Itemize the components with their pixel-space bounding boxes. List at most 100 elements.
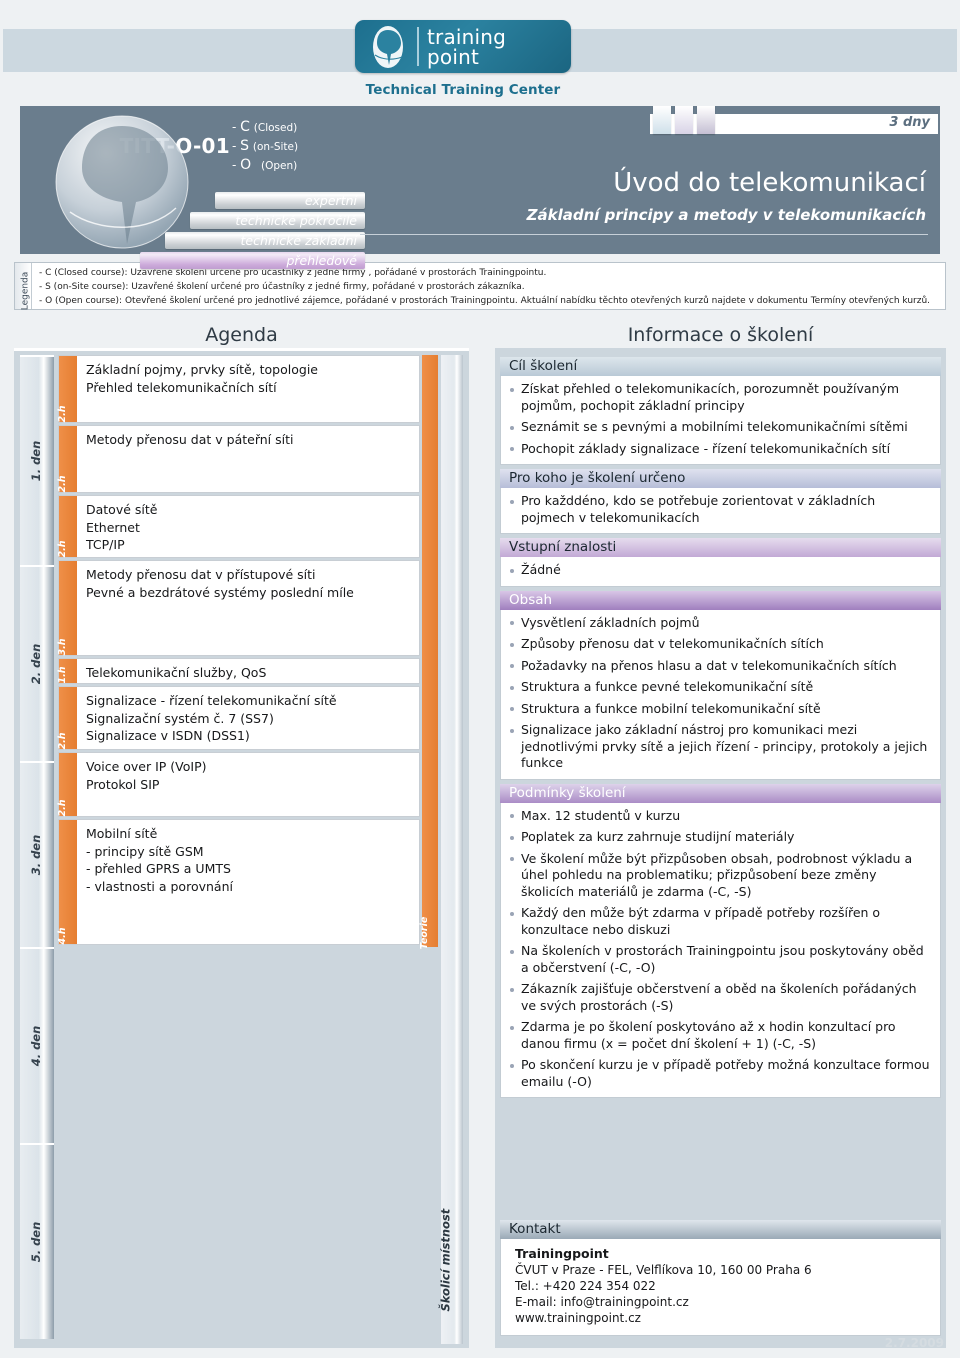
agenda-block-line: Metody přenosu dat v přístupové síti	[86, 567, 316, 582]
code-variant-s: - S (on-Site)	[232, 138, 299, 154]
agenda-day-3: 3. den	[20, 761, 54, 947]
agenda-block: 2.h Signalizace - řízení telekomunikační …	[57, 686, 420, 750]
info-section-heading: Obsah	[500, 590, 941, 610]
info-bullet: Na školeních v prostorách Trainingpointu…	[507, 943, 932, 976]
logo-word-training: training	[427, 25, 507, 49]
agenda-block-line: Telekomunikační služby, QoS	[86, 665, 267, 680]
course-title: Úvod do telekomunikací	[613, 168, 926, 198]
contact-heading: Kontakt	[500, 1220, 941, 1239]
agenda-block-hours: 2.h	[57, 356, 77, 423]
agenda-title: Agenda	[205, 324, 278, 346]
agenda-block-line: Základní pojmy, prvky sítě, topologie	[86, 362, 318, 377]
level-bar-technicke-pokrocile: technické pokročilé	[190, 212, 365, 229]
info-bullet: Požadavky na přenos hlasu a dat v teleko…	[507, 658, 932, 675]
agenda-day-label: 3. den	[29, 834, 43, 876]
color-tab-lavender	[675, 106, 693, 134]
agenda-day-label: 4. den	[29, 1025, 43, 1067]
code-variant-o: - O (Open)	[232, 157, 298, 173]
agenda-day-column: 1. den 2. den 3. den 4. den 5. den	[20, 355, 54, 1344]
contact-web: www.trainingpoint.cz	[515, 1311, 641, 1325]
info-bullet: Způsoby přenosu dat v telekomunikačních …	[507, 636, 932, 653]
agenda-block-text: Základní pojmy, prvky sítě, topologie Pře…	[77, 356, 419, 401]
info-bullet: Po skončení kurzu je v případě potřeby m…	[507, 1057, 932, 1090]
contact-block: Kontakt Trainingpoint ČVUT v Praze - FEL…	[500, 1216, 941, 1336]
agenda-teorie-strip: Teorie	[419, 355, 438, 949]
agenda-block: 2.h Voice over IP (VoIP) Protokol SIP	[57, 752, 420, 817]
legend-lines: - C (Closed course): Uzavřené školení ur…	[39, 266, 941, 308]
info-bullet: Získat přehled o telekomunikacích, poroz…	[507, 381, 932, 414]
agenda-block-hours-label: 4.h	[57, 927, 68, 945]
contact-company: Trainingpoint	[515, 1246, 609, 1261]
agenda-block-text: Mobilní sítě - principy sítě GSM - přehled…	[77, 820, 419, 900]
info-bullet: Každý den může být zdarma v případě potř…	[507, 905, 932, 938]
color-tabs	[653, 106, 715, 134]
info-bullet: Signalizace jako základní nástroj pro ko…	[507, 722, 932, 772]
agenda-block: 2.h Základní pojmy, prvky sítě, topologie…	[57, 355, 420, 423]
info-bullet: Zákazník zajišťuje občerstvení a oběd na…	[507, 981, 932, 1014]
agenda-blocks: 2.h Základní pojmy, prvky sítě, topologie…	[57, 355, 420, 947]
info-bullet: Žádné	[507, 562, 932, 579]
info-bullet: Seznámit se s pevnými a mobilními teleko…	[507, 419, 932, 436]
agenda-block-line: Datové sítě	[86, 502, 158, 517]
agenda-block-line: Přehled telekomunikačních sítí	[86, 379, 277, 395]
course-subtitle: Základní principy a metody v telekomunik…	[526, 206, 926, 224]
info-sections: Cíl školení Získat přehled o telekomunika…	[500, 357, 941, 1098]
info-bullet: Poplatek za kurz zahrnuje studijní mater…	[507, 829, 932, 846]
agenda-block-text: Signalizace - řízení telekomunikační sít…	[77, 687, 419, 750]
agenda-panel: 1. den 2. den 3. den 4. den 5. den 2.h Základ…	[14, 348, 469, 1348]
info-section-body: Max. 12 studentů v kurzu Poplatek za kurz…	[500, 802, 941, 1098]
agenda-room-label: Školicí místnost	[438, 1208, 453, 1312]
info-section-heading: Cíl školení	[500, 357, 941, 376]
agenda-block-hours: 3.h	[57, 561, 77, 656]
agenda-block-line: TCP/IP	[86, 537, 125, 552]
agenda-block-text: Telekomunikační služby, QoS	[77, 659, 419, 687]
contact-email: E-mail: info@trainingpoint.cz	[515, 1295, 689, 1309]
agenda-block-line: Signalizace - řízení telekomunikační sít…	[86, 693, 337, 708]
contact-address: ČVUT v Praze - FEL, Velflíkova 10, 160 0…	[515, 1263, 812, 1277]
legend-line-s: - S (on-Site course): Uzavřené školení u…	[39, 282, 525, 292]
agenda-day-5: 5. den	[20, 1143, 54, 1339]
info-bullet: Zdarma je po školení poskytováno až x ho…	[507, 1019, 932, 1052]
trainingpoint-logo: training point	[355, 20, 571, 73]
date-stamp: 2.7.2009	[884, 1336, 944, 1350]
level-bar-technicke-zakladni: technické základní	[165, 232, 365, 249]
color-tab-purple	[697, 106, 715, 134]
color-tab-blue	[653, 106, 671, 134]
code-variant-c: - C (Closed)	[232, 119, 298, 135]
agenda-block-line: Pevné a bezdrátové systémy poslední míle	[86, 584, 354, 600]
legend-line-o: - O (Open course): Otevřené školení urče…	[39, 296, 931, 306]
agenda-teorie-label: Teorie	[419, 916, 430, 950]
agenda-block-line: - vlastnosti a porovnání	[86, 878, 233, 894]
agenda-block-hours: 2.h	[57, 426, 77, 493]
info-bullet: Pro každdéno, kdo se potřebuje zorientov…	[507, 493, 932, 526]
contact-body: Trainingpoint ČVUT v Praze - FEL, Velflí…	[500, 1239, 941, 1336]
agenda-day-label: 1. den	[29, 440, 43, 482]
info-section-body: Pro každdéno, kdo se potřebuje zorientov…	[500, 488, 941, 534]
contact-phone: Tel.: +420 224 354 022	[515, 1279, 656, 1293]
logo-divider	[417, 27, 419, 66]
info-section-heading: Vstupní znalosti	[500, 538, 941, 557]
agenda-block-hours: 2.h	[57, 753, 77, 817]
info-title: Informace o školení	[627, 324, 814, 346]
agenda-block-line: Signalizace v ISDN (DSS1)	[86, 728, 250, 743]
agenda-block-hours: 4.h	[57, 820, 77, 945]
info-section-body: Získat přehled o telekomunikacích, poroz…	[500, 376, 941, 465]
agenda-block-hours: 2.h	[57, 687, 77, 750]
agenda-block-line: - principy sítě GSM	[86, 843, 204, 859]
agenda-block-line: Metody přenosu dat v páteřní síti	[86, 432, 294, 447]
info-section-body: Žádné	[500, 557, 941, 587]
info-section-heading: Pro koho je školení určeno	[500, 469, 941, 488]
agenda-block: 4.h Mobilní sítě - principy sítě GSM - přeh…	[57, 819, 420, 945]
agenda-day-1: 1. den	[20, 355, 54, 565]
agenda-block: 3.h Metody přenosu dat v přístupové síti P…	[57, 560, 420, 656]
logo-subtitle: Technical Training Center	[365, 82, 561, 98]
level-bar-prehledove: přehledové	[140, 252, 365, 269]
agenda-block-hours: 1.h	[57, 659, 77, 684]
difficulty-level-bars: expertní technické pokročilé technické z…	[20, 192, 365, 272]
course-code-variants: - C (Closed) - S (on-Site) - O (Open)	[232, 118, 360, 175]
agenda-block-hours: 2.h	[57, 496, 77, 558]
agenda-day-4: 4. den	[20, 947, 54, 1143]
info-bullet: Pochopit základy signalizace - řízení te…	[507, 441, 932, 458]
header-underline	[360, 234, 928, 235]
legend-tab-label: Legenda	[20, 271, 31, 311]
